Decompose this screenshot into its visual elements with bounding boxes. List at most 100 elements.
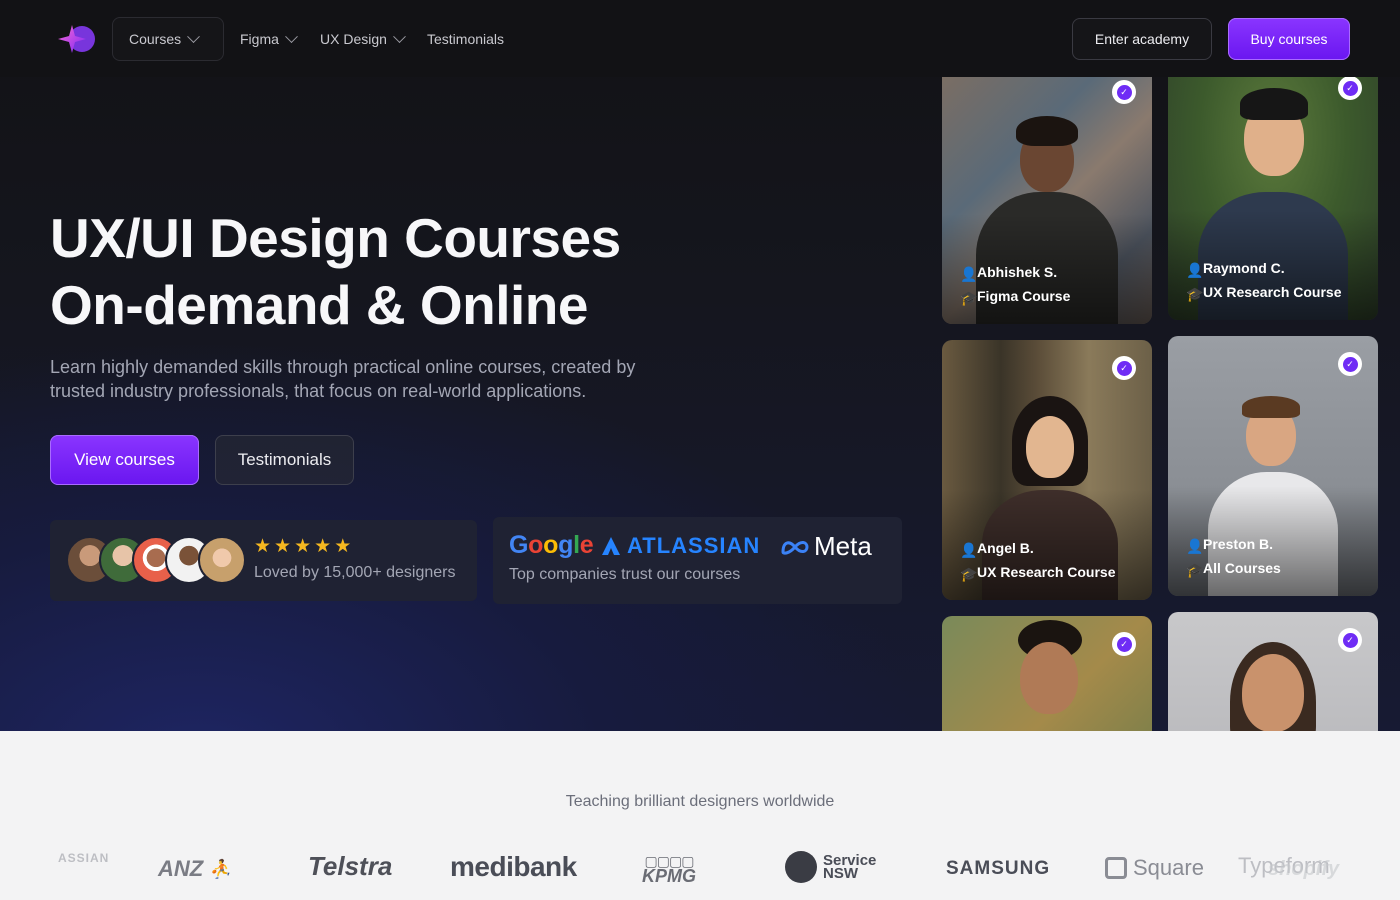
testimonial-course: Figma Course	[977, 288, 1071, 304]
enter-academy-button[interactable]: Enter academy	[1072, 18, 1212, 60]
brand-name: SAMSUNG	[946, 858, 1051, 879]
brands-heading: Teaching brilliant designers worldwide	[565, 793, 835, 810]
companies-caption: Top companies trust our courses	[509, 566, 741, 583]
person-hair	[1240, 88, 1308, 120]
meta-infinity-icon	[781, 540, 809, 555]
testimonials-button[interactable]: Testimonials	[215, 435, 354, 485]
star-icon: ★	[294, 536, 312, 557]
person-face	[1026, 416, 1074, 478]
user-icon: 👤	[1186, 262, 1204, 278]
person-hair	[1016, 116, 1078, 146]
testimonial-card[interactable]: ✓ 👤 Angel B. 🎓 UX Research Course	[942, 340, 1152, 600]
testimonial-card[interactable]: ✓ 👤 Preston B. 🎓 All Courses	[1168, 336, 1378, 596]
testimonial-card[interactable]: ✓	[1168, 612, 1378, 731]
hero-subtitle: Learn highly demanded skills through pra…	[50, 357, 636, 401]
testimonial-course: UX Research Course	[1203, 284, 1342, 300]
avatar-stack	[66, 536, 246, 584]
brand-name: ANZ	[158, 856, 204, 881]
user-icon: 👤	[960, 266, 978, 282]
loved-by-text: Loved by 15,000+ designers	[254, 564, 456, 581]
brand-logo-icon[interactable]	[58, 23, 96, 55]
person-hair	[1242, 396, 1300, 418]
testimonial-name: Abhishek S.	[977, 264, 1058, 280]
nav-courses-label: Courses	[129, 31, 182, 47]
testimonial-meta: 👤 Preston B. 🎓 All Courses	[1186, 532, 1281, 580]
brand-logo-telstra: Telstra	[308, 851, 392, 882]
brand-name: ASSIAN	[58, 851, 110, 865]
nav-uxdesign-dropdown[interactable]: UX Design	[320, 17, 406, 61]
brand-logo-atlassian: ASSIAN	[58, 851, 109, 865]
testimonial-name: Preston B.	[1203, 536, 1274, 552]
brand-name: shopify	[1268, 858, 1340, 880]
brand-name: Service NSW	[823, 852, 877, 882]
nav-figma-dropdown[interactable]: Figma	[240, 17, 298, 61]
brand-logo-anz: ANZ ⛹	[158, 856, 232, 882]
nav-testimonials-link[interactable]: Testimonials	[427, 17, 504, 61]
testimonial-card[interactable]: ✓ 👤 Abhishek S. 🎓 Figma Course	[942, 64, 1152, 324]
companies-card: Google ATLASSIAN Meta Top companies trus…	[493, 517, 902, 604]
testimonial-name: Angel B.	[977, 540, 1034, 556]
buy-courses-button[interactable]: Buy courses	[1228, 18, 1350, 60]
brand-logo-square: Square	[1105, 855, 1204, 881]
chevron-down-icon	[187, 29, 201, 43]
testimonial-card[interactable]: ✓ 👤 Raymond C. 🎓 UX Research Course	[1168, 60, 1378, 320]
testimonial-course: UX Research Course	[977, 564, 1116, 580]
brand-name: Square	[1133, 855, 1204, 880]
avatar	[198, 536, 246, 584]
brand-logo-service-nsw: Service NSW	[785, 851, 883, 883]
hero-title-line2: On-demand & Online	[50, 274, 588, 336]
testimonial-meta: 👤 Raymond C. 🎓 UX Research Course	[1186, 256, 1342, 304]
graduation-cap-icon: 🎓	[1186, 286, 1204, 302]
brand-name: Telstra	[308, 851, 393, 881]
nav-uxdesign-label: UX Design	[320, 31, 387, 47]
star-icon: ★	[334, 536, 352, 557]
user-icon: 👤	[1186, 538, 1204, 554]
graduation-cap-icon: 🎓	[960, 290, 978, 306]
star-icon: ★	[254, 536, 272, 557]
atlassian-icon	[602, 537, 620, 555]
testimonial-card[interactable]: ✓	[942, 616, 1152, 731]
rating-stars: ★ ★ ★ ★ ★	[254, 537, 351, 557]
chevron-down-icon	[285, 29, 298, 43]
brand-logo-samsung: SAMSUNG	[946, 858, 1050, 880]
verified-badge-icon: ✓	[1112, 80, 1136, 104]
google-logo: Google	[509, 531, 594, 559]
graduation-cap-icon: 🎓	[960, 566, 978, 582]
verified-badge-icon: ✓	[1338, 76, 1362, 100]
star-icon: ★	[314, 536, 332, 557]
nav-testimonials-label: Testimonials	[427, 31, 505, 47]
brand-logo-shopify: shopify	[1268, 858, 1339, 881]
testimonial-meta: 👤 Abhishek S. 🎓 Figma Course	[960, 260, 1070, 308]
meta-wordmark: Meta	[814, 531, 872, 561]
testimonial-meta: 👤 Angel B. 🎓 UX Research Course	[960, 536, 1116, 584]
brand-logo-kpmg: ▢▢▢▢ KPMG	[642, 853, 696, 887]
person-head	[1020, 642, 1078, 714]
nav-courses-dropdown[interactable]: Courses	[112, 17, 224, 61]
star-icon: ★	[274, 536, 292, 557]
top-nav: Courses Figma UX Design Testimonials Ent…	[0, 0, 1400, 77]
verified-badge-icon: ✓	[1338, 352, 1362, 376]
meta-logo: Meta	[780, 531, 872, 562]
atlassian-wordmark: ATLASSIAN	[627, 533, 761, 558]
verified-badge-icon: ✓	[1112, 356, 1136, 380]
person-head	[1242, 654, 1304, 731]
kpmg-boxes-icon: ▢▢▢▢	[644, 853, 695, 869]
testimonial-course: All Courses	[1203, 560, 1281, 576]
square-icon	[1105, 857, 1127, 879]
brand-logo-medibank: medibank	[450, 851, 577, 883]
nav-figma-label: Figma	[240, 31, 279, 47]
hero-title: UX/UI Design Courses On-demand & Online	[50, 205, 621, 339]
hero-section: Courses Figma UX Design Testimonials Ent…	[0, 0, 1400, 731]
user-icon: 👤	[960, 542, 978, 558]
anz-people-icon: ⛹	[209, 858, 232, 879]
verified-badge-icon: ✓	[1338, 628, 1362, 652]
social-proof-card: ★ ★ ★ ★ ★ Loved by 15,000+ designers	[50, 520, 477, 601]
waratah-icon	[785, 851, 817, 883]
graduation-cap-icon: 🎓	[1186, 562, 1204, 578]
view-courses-button[interactable]: View courses	[50, 435, 199, 485]
chevron-down-icon	[393, 29, 406, 43]
testimonial-name: Raymond C.	[1203, 260, 1285, 276]
hero-title-line1: UX/UI Design Courses	[50, 207, 621, 269]
brand-name: medibank	[450, 851, 577, 882]
verified-badge-icon: ✓	[1112, 632, 1136, 656]
